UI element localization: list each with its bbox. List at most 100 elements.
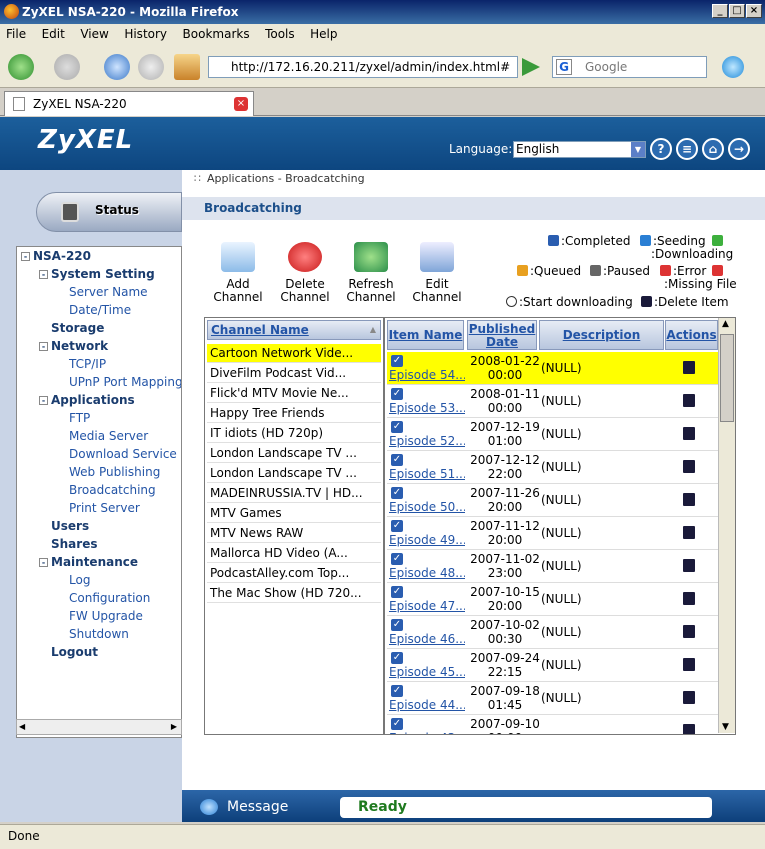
item-name-link[interactable]: Episode 50... [389, 500, 465, 514]
trash-icon[interactable] [683, 427, 695, 440]
item-row[interactable]: ✓ Episode 49... 2007-11-12 20:00 (NULL) [387, 517, 718, 550]
tree-item-tcp-ip[interactable]: TCP/IP [57, 357, 106, 371]
tree-item-storage[interactable]: Storage [39, 321, 104, 335]
add-channel-button[interactable]: Add Channel [207, 242, 269, 304]
item-name-link[interactable]: Episode 52... [389, 434, 465, 448]
scrollbar-thumb[interactable] [720, 334, 734, 422]
channel-row[interactable]: The Mac Show (HD 720... [207, 584, 381, 603]
forward-icon[interactable] [54, 54, 80, 80]
actions-header[interactable]: Actions [665, 320, 718, 350]
trash-icon[interactable] [683, 460, 695, 473]
tree-item-maintenance[interactable]: - Maintenance [39, 555, 138, 569]
expand-icon[interactable]: - [39, 396, 48, 405]
status-button[interactable]: Status [36, 192, 182, 232]
item-name-link[interactable]: Episode 49... [389, 533, 465, 547]
tree-item-network[interactable]: - Network [39, 339, 108, 353]
minimize-button[interactable]: _ [712, 4, 728, 18]
delete-channel-button[interactable]: Delete Channel [274, 242, 336, 304]
item-name-link[interactable]: Episode 45... [389, 665, 465, 679]
tree-item-configuration[interactable]: Configuration [57, 591, 150, 605]
expand-icon[interactable]: - [21, 252, 30, 261]
channel-row[interactable]: IT idiots (HD 720p) [207, 424, 381, 443]
item-name-link[interactable]: Episode 48... [389, 566, 465, 580]
item-name-link[interactable]: Episode 43... [389, 731, 465, 734]
skype-icon[interactable] [722, 56, 744, 78]
item-row[interactable]: ✓ Episode 51... 2007-12-12 22:00 (NULL) [387, 451, 718, 484]
expand-icon[interactable]: - [39, 558, 48, 567]
menu-file[interactable]: File [0, 24, 32, 44]
item-row[interactable]: ✓ Episode 48... 2007-11-02 23:00 (NULL) [387, 550, 718, 583]
reload-icon[interactable] [104, 54, 130, 80]
trash-icon[interactable] [683, 361, 695, 374]
home-icon[interactable]: ⌂ [702, 138, 724, 160]
home-icon[interactable] [174, 54, 200, 80]
tree-item-log[interactable]: Log [57, 573, 90, 587]
menu-view[interactable]: View [74, 24, 114, 44]
close-window-button[interactable]: × [746, 4, 762, 18]
menu-help[interactable]: Help [304, 24, 343, 44]
tree-item-upnp-port-mapping[interactable]: UPnP Port Mapping [57, 375, 181, 389]
item-name-header[interactable]: Item Name [387, 320, 464, 350]
refresh-channel-button[interactable]: Refresh Channel [340, 242, 402, 304]
tree-item-fw-upgrade[interactable]: FW Upgrade [57, 609, 143, 623]
tree-item-ftp[interactable]: FTP [57, 411, 90, 425]
google-icon[interactable]: G [556, 59, 572, 75]
language-select[interactable]: English ▼ [513, 141, 646, 158]
scroll-down-icon[interactable]: ▼ [722, 722, 729, 732]
browser-tab[interactable]: ZyXEL NSA-220 × [4, 91, 254, 116]
trash-icon[interactable] [683, 691, 695, 704]
item-name-link[interactable]: Episode 51... [389, 467, 465, 481]
channel-name-header[interactable]: Channel Name ▲ [207, 320, 381, 340]
tree-item-server-name[interactable]: Server Name [57, 285, 148, 299]
tree-item-download-service[interactable]: Download Service [57, 447, 177, 461]
tree-item-broadcatching[interactable]: Broadcatching [57, 483, 156, 497]
scroll-up-icon[interactable]: ▲ [722, 319, 729, 329]
scroll-right-icon[interactable]: ▶ [171, 722, 177, 731]
channel-row[interactable]: MTV News RAW [207, 524, 381, 543]
menu-tools[interactable]: Tools [259, 24, 301, 44]
stop-icon[interactable] [138, 54, 164, 80]
close-tab-icon[interactable]: × [234, 97, 248, 111]
published-date-header[interactable]: Published Date [467, 320, 537, 350]
channel-row[interactable]: MTV Games [207, 504, 381, 523]
scroll-left-icon[interactable]: ◀ [19, 722, 25, 731]
item-row[interactable]: ✓ Episode 52... 2007-12-19 01:00 (NULL) [387, 418, 718, 451]
channel-row[interactable]: PodcastAlley.com Top... [207, 564, 381, 583]
tree-item-print-server[interactable]: Print Server [57, 501, 140, 515]
channel-row[interactable]: DiveFilm Podcast Vid... [207, 364, 381, 383]
channel-row[interactable]: MADEINRUSSIA.TV | HD... [207, 484, 381, 503]
document-icon[interactable]: ≡ [676, 138, 698, 160]
item-row[interactable]: ✓ Episode 47... 2007-10-15 20:00 (NULL) [387, 583, 718, 616]
go-icon[interactable] [522, 58, 540, 76]
tree-item-applications[interactable]: - Applications [39, 393, 135, 407]
trash-icon[interactable] [683, 394, 695, 407]
tree-item-shutdown[interactable]: Shutdown [57, 627, 129, 641]
menu-history[interactable]: History [118, 24, 173, 44]
item-row[interactable]: ✓ Episode 44... 2007-09-18 01:45 (NULL) [387, 682, 718, 715]
back-icon[interactable] [8, 54, 34, 80]
item-row[interactable]: ✓ Episode 50... 2007-11-26 20:00 (NULL) [387, 484, 718, 517]
channel-row[interactable]: Cartoon Network Vide... [207, 344, 381, 363]
channel-row[interactable]: Flick'd MTV Movie Ne... [207, 384, 381, 403]
item-row[interactable]: ✓ Episode 46... 2007-10-02 00:30 (NULL) [387, 616, 718, 649]
item-name-link[interactable]: Episode 54... [389, 368, 465, 382]
channel-row[interactable]: Happy Tree Friends [207, 404, 381, 423]
tree-item-web-publishing[interactable]: Web Publishing [57, 465, 160, 479]
logout-icon[interactable]: → [728, 138, 750, 160]
channel-row[interactable]: London Landscape TV ... [207, 444, 381, 463]
maximize-button[interactable]: □ [729, 4, 745, 18]
trash-icon[interactable] [683, 493, 695, 506]
item-row[interactable]: ✓Episode 43... 2007-09-1000:00 [387, 715, 718, 734]
item-row[interactable]: ✓ Episode 45... 2007-09-24 22:15 (NULL) [387, 649, 718, 682]
item-row[interactable]: ✓ Episode 54... 2008-01-22 00:00 (NULL) [387, 352, 718, 385]
url-bar[interactable]: http://172.16.20.211/zyxel/admin/index.h… [208, 56, 518, 78]
menu-bookmarks[interactable]: Bookmarks [177, 24, 256, 44]
search-input[interactable]: Google [552, 56, 707, 78]
tree-item-users[interactable]: Users [39, 519, 89, 533]
trash-icon[interactable] [683, 625, 695, 638]
trash-icon[interactable] [683, 658, 695, 671]
channel-row[interactable]: Mallorca HD Video (A... [207, 544, 381, 563]
item-name-link[interactable]: Episode 53... [389, 401, 465, 415]
channel-row[interactable]: London Landscape TV ... [207, 464, 381, 483]
tree-item-shares[interactable]: Shares [39, 537, 97, 551]
